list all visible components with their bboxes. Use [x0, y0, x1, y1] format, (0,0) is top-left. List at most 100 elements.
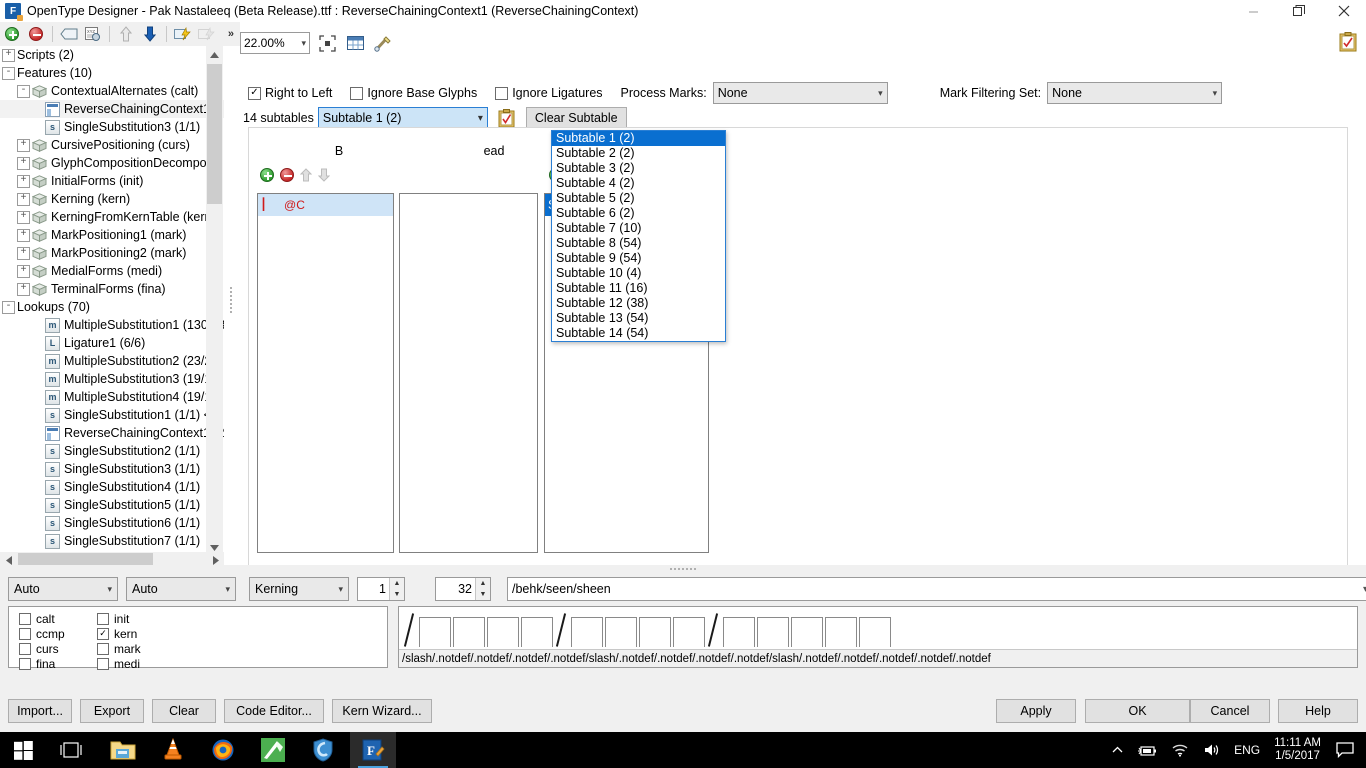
script-combo[interactable]: Auto ▾: [8, 577, 118, 601]
windows-start-icon[interactable]: [0, 732, 46, 768]
tree-item-6[interactable]: + GlyphCompositionDecompo: [0, 154, 224, 172]
ok-button[interactable]: OK: [1085, 699, 1190, 723]
tree-item-9[interactable]: + KerningFromKernTable (kern: [0, 208, 224, 226]
dropdown-option-9[interactable]: Subtable 10 (4): [552, 266, 725, 281]
close-icon[interactable]: [1321, 0, 1366, 22]
feature-checkbox-calt[interactable]: calt: [19, 611, 65, 626]
tree-item-7[interactable]: + InitialForms (init): [0, 172, 224, 190]
feature-checkbox-kern[interactable]: ✓ kern: [97, 626, 141, 641]
tree-item-14[interactable]: - Lookups (70): [0, 298, 224, 316]
toolbar-overflow-icon[interactable]: »: [228, 28, 234, 40]
dropdown-option-1[interactable]: Subtable 2 (2): [552, 146, 725, 161]
glyph-properties-icon[interactable]: XYZ: [83, 24, 103, 44]
restore-icon[interactable]: [1276, 0, 1321, 22]
horizontal-splitter-handle[interactable]: [0, 565, 1366, 573]
expand-icon[interactable]: +: [17, 156, 30, 170]
clock[interactable]: 11:11 AM 1/5/2017: [1274, 737, 1321, 763]
expand-icon[interactable]: +: [2, 48, 15, 62]
action-center-icon[interactable]: [1336, 742, 1354, 758]
preview-text-input[interactable]: /behk/seen/sheen ▾: [507, 577, 1366, 601]
spinner-down-icon[interactable]: ▼: [390, 589, 404, 600]
tree-item-18[interactable]: m MultipleSubstitution3 (19/19): [0, 370, 224, 388]
file-explorer-icon[interactable]: [100, 732, 146, 768]
kern-wizard-button[interactable]: Kern Wizard...: [332, 699, 432, 723]
collapse-icon[interactable]: -: [2, 300, 15, 314]
collapse-icon[interactable]: -: [17, 84, 30, 98]
add-circle-icon[interactable]: [2, 24, 22, 44]
import-button[interactable]: Import...: [8, 699, 72, 723]
collapse-icon[interactable]: -: [2, 66, 15, 80]
feature-tree[interactable]: + Scripts (2) - Features (10) - ContextualAlt…: [0, 46, 224, 556]
tree-item-12[interactable]: + MedialForms (medi): [0, 262, 224, 280]
expand-icon[interactable]: +: [17, 264, 30, 278]
tree-item-5[interactable]: + CursivePositioning (curs): [0, 136, 224, 154]
tree-item-0[interactable]: + Scripts (2): [0, 46, 224, 64]
process-marks-combo[interactable]: None ▾: [712, 82, 888, 104]
remove-circle-icon[interactable]: [280, 168, 294, 182]
subtable-dropdown-list[interactable]: Subtable 1 (2) Subtable 2 (2) Subtable 3 (…: [551, 130, 726, 342]
dropdown-option-6[interactable]: Subtable 7 (10): [552, 221, 725, 236]
subtable-combo[interactable]: Subtable 1 (2) ▾: [317, 107, 488, 129]
apply-button[interactable]: Apply: [996, 699, 1076, 723]
expand-icon[interactable]: +: [17, 138, 30, 152]
expand-icon[interactable]: +: [17, 228, 30, 242]
language-combo[interactable]: Auto ▾: [126, 577, 236, 601]
feature-checkbox-medi[interactable]: medi: [97, 656, 141, 671]
compile-icon[interactable]: [173, 24, 193, 44]
tree-item-22[interactable]: s SingleSubstitution2 (1/1): [0, 442, 224, 460]
scroll-up-icon[interactable]: [206, 46, 223, 63]
hotspot-shield-icon[interactable]: [300, 732, 346, 768]
feature-checkbox-ccmp[interactable]: ccmp: [19, 626, 65, 641]
kmplayer-icon[interactable]: [250, 732, 296, 768]
expand-icon[interactable]: +: [17, 192, 30, 206]
code-editor-button[interactable]: Code Editor...: [224, 699, 324, 723]
dropdown-option-0[interactable]: Subtable 1 (2): [552, 131, 725, 146]
dropdown-option-7[interactable]: Subtable 8 (54): [552, 236, 725, 251]
expand-icon[interactable]: +: [17, 282, 30, 296]
tree-item-13[interactable]: + TerminalForms (fina): [0, 280, 224, 298]
clear-button[interactable]: Clear: [152, 699, 216, 723]
tree-item-15[interactable]: m MultipleSubstitution1 (130/13: [0, 316, 224, 334]
scroll-thumb[interactable]: [207, 64, 222, 204]
feature-checkbox-mark[interactable]: mark: [97, 641, 141, 656]
dropdown-option-11[interactable]: Subtable 12 (38): [552, 296, 725, 311]
dropdown-option-12[interactable]: Subtable 13 (54): [552, 311, 725, 326]
ignore-base-glyphs-checkbox[interactable]: Ignore Base Glyphs: [350, 86, 477, 100]
font-size-spinner[interactable]: 32 ▲ ▼: [435, 577, 491, 601]
expand-icon[interactable]: +: [17, 210, 30, 224]
move-down-icon[interactable]: [140, 24, 160, 44]
tree-vertical-scrollbar[interactable]: [206, 46, 223, 556]
expand-icon[interactable]: +: [17, 174, 30, 188]
cancel-button[interactable]: Cancel: [1190, 699, 1270, 723]
remove-circle-icon[interactable]: [26, 24, 46, 44]
tree-item-26[interactable]: s SingleSubstitution6 (1/1): [0, 514, 224, 532]
export-button[interactable]: Export: [80, 699, 144, 723]
tag-icon[interactable]: [59, 24, 79, 44]
firefox-icon[interactable]: [200, 732, 246, 768]
zoom-level-combo[interactable]: 22.00% ▾: [240, 32, 310, 54]
feature-checkbox-init[interactable]: init: [97, 611, 141, 626]
tree-item-10[interactable]: + MarkPositioning1 (mark): [0, 226, 224, 244]
tree-item-21[interactable]: ReverseChainingContext1 (29: [0, 424, 224, 442]
grid-view-icon[interactable]: [344, 32, 366, 54]
dropdown-option-2[interactable]: Subtable 3 (2): [552, 161, 725, 176]
right-to-left-checkbox[interactable]: ✓ Right to Left: [248, 86, 332, 100]
tree-item-1[interactable]: - Features (10): [0, 64, 224, 82]
tree-item-19[interactable]: m MultipleSubstitution4 (19/19): [0, 388, 224, 406]
show-hidden-icons[interactable]: [1112, 746, 1123, 754]
fit-to-window-icon[interactable]: [316, 32, 338, 54]
feature-checkbox-curs[interactable]: curs: [19, 641, 65, 656]
feature-combo[interactable]: Kerning ▾: [249, 577, 349, 601]
wifi-icon[interactable]: [1171, 743, 1189, 757]
dropdown-option-8[interactable]: Subtable 9 (54): [552, 251, 725, 266]
tree-item-3[interactable]: ReverseChainingContext1: [0, 100, 224, 118]
dropdown-option-4[interactable]: Subtable 5 (2): [552, 191, 725, 206]
spinner-up-icon[interactable]: ▲: [476, 578, 490, 589]
ignore-ligatures-checkbox[interactable]: Ignore Ligatures: [495, 86, 603, 100]
dropdown-option-3[interactable]: Subtable 4 (2): [552, 176, 725, 191]
expand-icon[interactable]: +: [17, 246, 30, 260]
volume-icon[interactable]: [1203, 743, 1221, 757]
measure-icon[interactable]: [372, 32, 394, 54]
dropdown-option-13[interactable]: Subtable 14 (54): [552, 326, 725, 341]
dropdown-option-10[interactable]: Subtable 11 (16): [552, 281, 725, 296]
